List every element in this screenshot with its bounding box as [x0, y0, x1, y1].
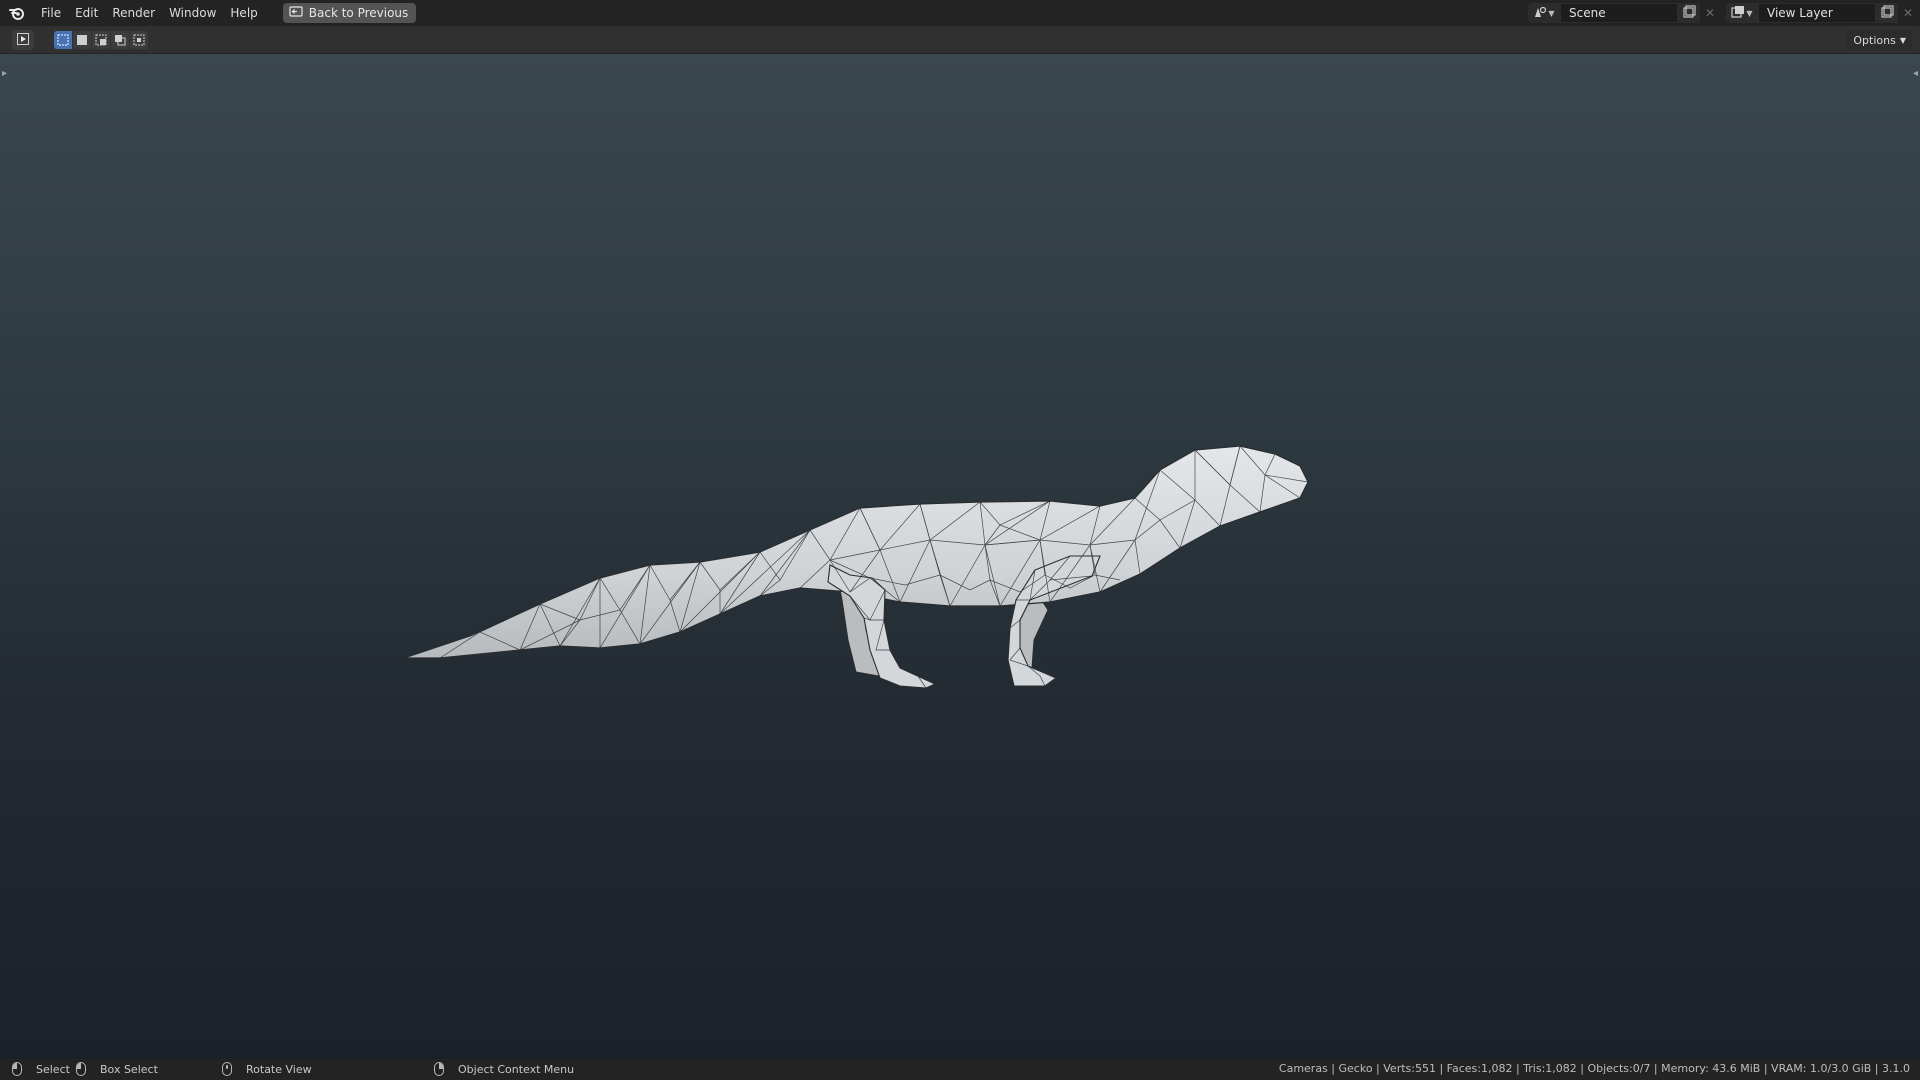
menu-render[interactable]: Render: [105, 3, 162, 23]
mouse-middle-icon: [222, 1062, 232, 1076]
hint-context-menu: Object Context Menu: [434, 1062, 574, 1076]
back-to-previous-button[interactable]: Back to Previous: [282, 3, 417, 23]
back-icon: [289, 5, 303, 21]
hint-rotate-view: Rotate View: [222, 1062, 312, 1076]
mouse-left-icon: [76, 1062, 86, 1076]
menu-edit[interactable]: Edit: [68, 3, 105, 23]
back-to-previous-label: Back to Previous: [308, 6, 409, 20]
mouse-right-icon: [434, 1062, 444, 1076]
hint-context-menu-label: Object Context Menu: [458, 1062, 575, 1076]
close-icon[interactable]: ✕: [1898, 3, 1918, 23]
view-layer-selector: ▼ View Layer ✕: [1726, 3, 1918, 23]
3d-viewport[interactable]: ▸ ◂: [0, 54, 1920, 1059]
hint-box-select-label: Box Select: [100, 1062, 158, 1076]
view-layer-name-field[interactable]: View Layer: [1758, 3, 1876, 23]
mouse-left-icon: [12, 1062, 22, 1076]
options-dropdown[interactable]: Options ▼: [1847, 30, 1912, 50]
select-intersect-mode-button[interactable]: [130, 30, 148, 49]
scene-icon: [1533, 5, 1547, 22]
options-label: Options: [1853, 33, 1896, 47]
scene-type-dropdown[interactable]: ▼: [1528, 3, 1560, 23]
view-layer-icon: [1731, 5, 1745, 22]
topbar-right-group: ▼ Scene ✕ ▼ View Layer ✕: [1528, 0, 1920, 26]
status-bar: Select Box Select Rotate View Object Con…: [0, 1059, 1920, 1080]
scene-statistics: Cameras | Gecko | Verts:551 | Faces:1,08…: [1278, 1062, 1910, 1075]
blender-logo-icon[interactable]: [8, 4, 26, 22]
editor-type-icon: [17, 30, 29, 49]
chevron-down-icon: ▼: [1899, 35, 1906, 45]
chevron-down-icon: ▼: [1746, 8, 1753, 18]
select-subtract-mode-button[interactable]: [92, 30, 110, 49]
hint-select: Select: [12, 1062, 70, 1076]
menu-file[interactable]: File: [34, 3, 68, 23]
scene-name-field[interactable]: Scene: [1560, 3, 1678, 23]
select-new-mode-button[interactable]: [54, 30, 72, 49]
gecko-mesh[interactable]: [0, 54, 1920, 1059]
scene-selector: ▼ Scene ✕: [1528, 3, 1720, 23]
view-layer-type-dropdown[interactable]: ▼: [1726, 3, 1758, 23]
new-icon: [1880, 5, 1894, 21]
select-invert-mode-button[interactable]: [111, 30, 129, 49]
hint-select-label: Select: [36, 1062, 70, 1076]
selection-mode-group: [54, 30, 148, 49]
editor-type-button[interactable]: [12, 29, 34, 50]
viewport-header: Options ▼: [0, 26, 1920, 54]
menu-window[interactable]: Window: [162, 3, 223, 23]
hint-box-select: Box Select: [76, 1062, 158, 1076]
top-bar: File Edit Render Window Help Back to Pre…: [0, 0, 1920, 26]
hint-rotate-view-label: Rotate View: [246, 1062, 312, 1076]
new-icon: [1682, 5, 1696, 21]
new-scene-button[interactable]: [1678, 3, 1700, 23]
menu-help[interactable]: Help: [223, 3, 264, 23]
new-view-layer-button[interactable]: [1876, 3, 1898, 23]
close-icon[interactable]: ✕: [1700, 3, 1720, 23]
select-extend-mode-button[interactable]: [73, 30, 91, 49]
chevron-down-icon: ▼: [1548, 8, 1555, 18]
